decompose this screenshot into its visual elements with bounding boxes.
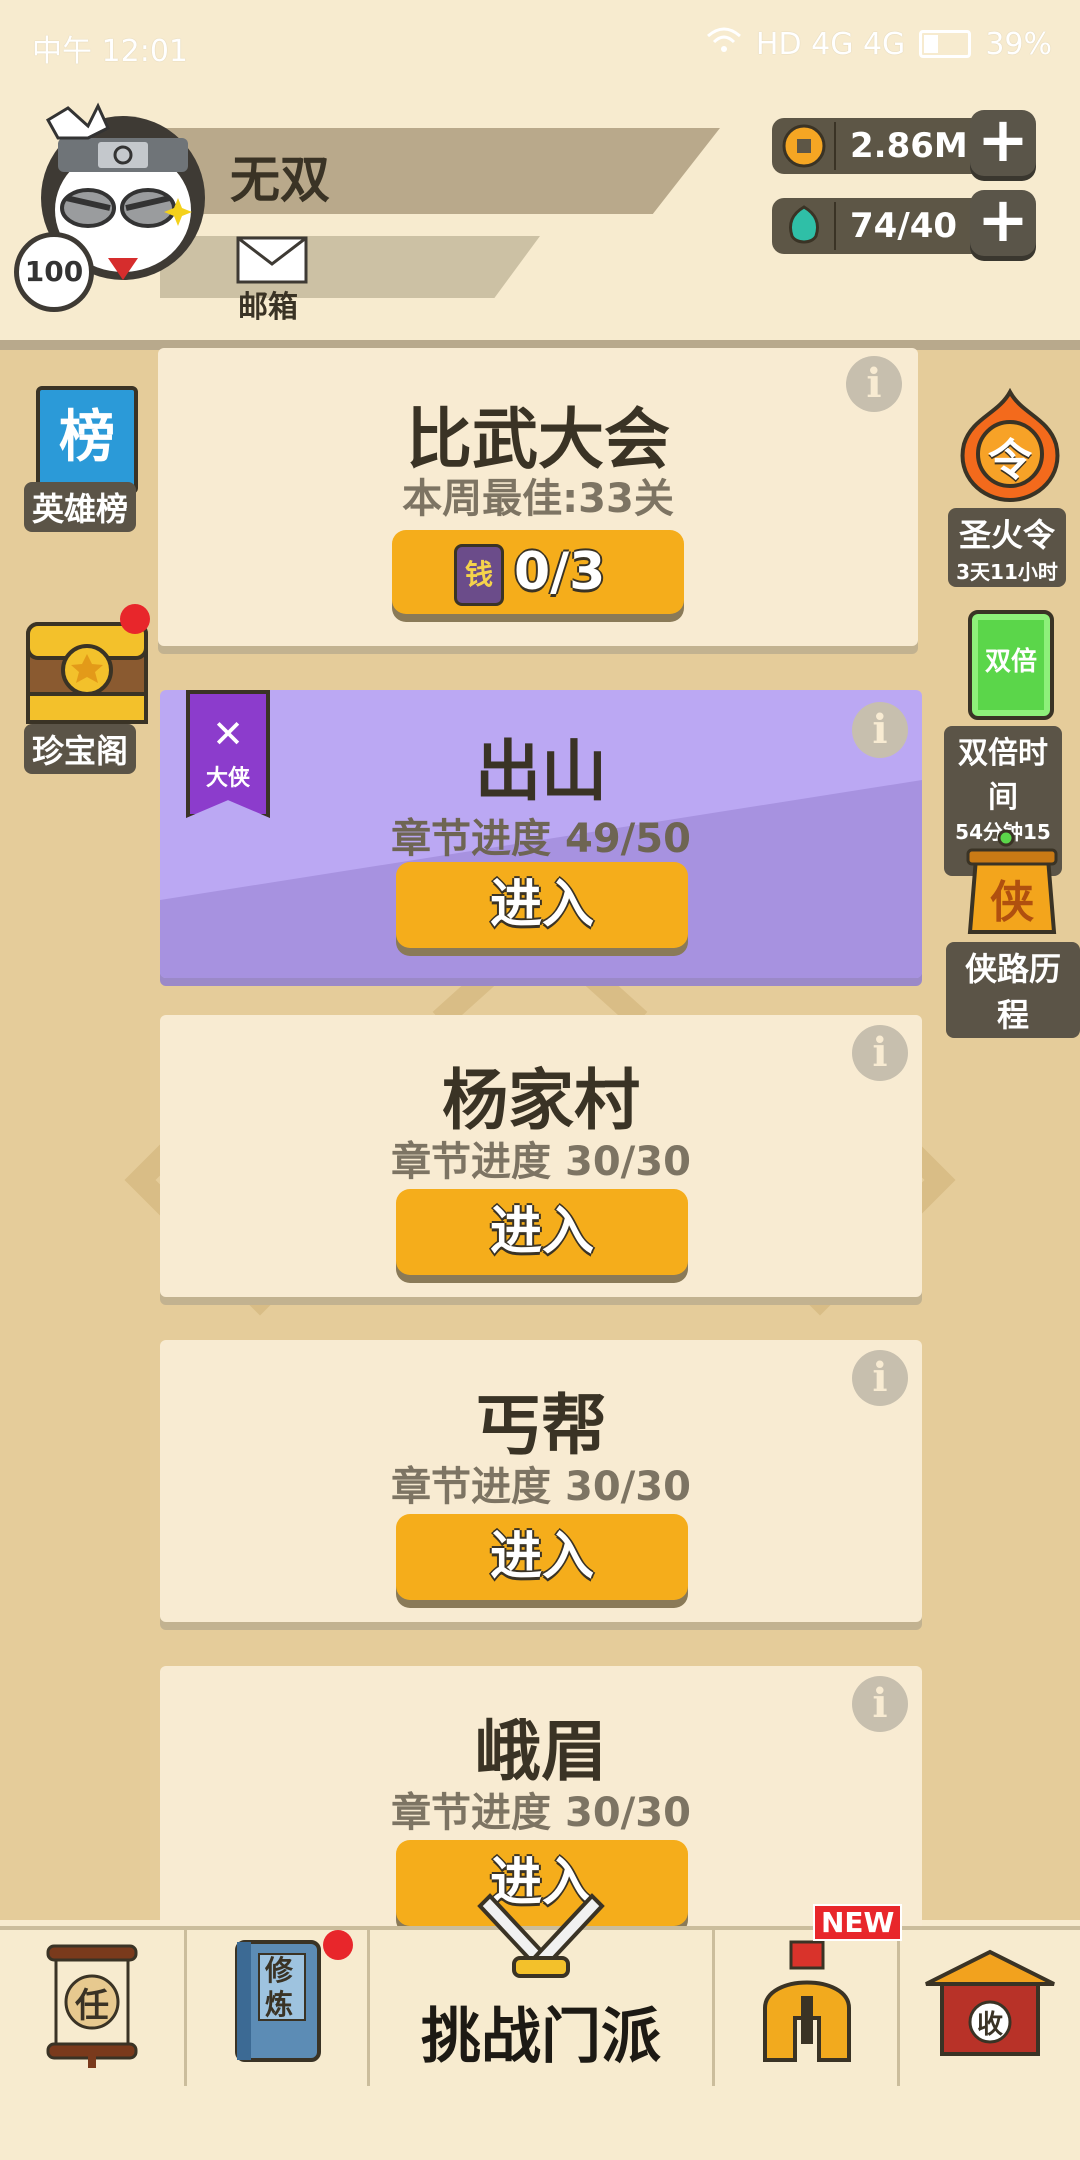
journey-label: 侠路历程 (946, 942, 1080, 1038)
nav-collect-button[interactable]: 收 (900, 1930, 1080, 2086)
info-icon[interactable]: i (852, 1025, 908, 1081)
notification-dot (323, 1930, 353, 1960)
coin-divider (834, 122, 836, 170)
enter-button[interactable]: 进入 (396, 1189, 688, 1275)
crossed-swords-icon: ✕ (212, 712, 244, 756)
collect-glyph: 收 (976, 2010, 1003, 2040)
status-bar: 中午 12:01 HD 4G 4G 39% (0, 0, 1080, 90)
chapter-card: 出山 章节进度 49/50 进入 i ✕ 大侠 (160, 690, 922, 978)
chapter-progress: 章节进度 30/30 (391, 1790, 691, 1836)
journey-badge: 侠 (990, 877, 1034, 928)
helmet-icon (763, 1940, 851, 2062)
nav-challenge-button[interactable]: 挑战门派 (370, 1893, 715, 2086)
holy-fire-label: 圣火令 3天11小时 (948, 508, 1066, 587)
nav-equipment-button[interactable]: NEW (715, 1904, 903, 2086)
tournament-entry-button[interactable]: 钱 0/3 (392, 530, 684, 614)
tournament-card: 比武大会 本周最佳:33关 钱 0/3 i (158, 348, 918, 646)
chapter-progress: 章节进度 49/50 (391, 816, 691, 862)
footer-area (0, 2086, 1080, 2160)
holy-fire-button[interactable]: 令 (952, 387, 1068, 504)
gem-display: 74/40 (772, 198, 984, 254)
chapter-progress: 章节进度 30/30 (391, 1139, 691, 1185)
network-indicator: HD 4G 4G (755, 26, 906, 62)
holy-fire-timer: 3天11小时 (956, 560, 1058, 584)
info-icon[interactable]: i (846, 356, 902, 412)
info-icon[interactable]: i (852, 1676, 908, 1732)
task-glyph: 任 (75, 1986, 109, 2026)
chapter-card: 丐帮 章节进度 30/30 进入 i (160, 1340, 922, 1622)
envelope-icon (236, 236, 308, 284)
holy-fire-title: 圣火令 (958, 516, 1055, 554)
rank-flag-icon: 榜 (36, 386, 138, 494)
coin-display: 2.86M (772, 118, 984, 174)
tournament-attempts: 0/3 (514, 542, 606, 602)
rank-ribbon-label: 大侠 (205, 766, 250, 791)
wifi-icon (706, 26, 742, 62)
add-gem-button[interactable]: + (970, 189, 1036, 256)
treasure-button[interactable] (22, 604, 152, 728)
info-icon[interactable]: i (852, 702, 908, 758)
nav-train-button[interactable]: 修炼 (187, 1930, 370, 2086)
journey-button[interactable]: 侠 (962, 828, 1062, 938)
double-time-button[interactable]: 双倍 (968, 610, 1054, 720)
new-badge: NEW (813, 1904, 903, 1941)
chapter-card: 杨家村 章节进度 30/30 进入 i (160, 1015, 922, 1297)
level-badge: 100 (14, 232, 94, 312)
info-icon[interactable]: i (852, 1350, 908, 1406)
gem-value: 74/40 (850, 206, 958, 246)
ticket-icon: 钱 (454, 544, 504, 606)
hero-rank-label: 英雄榜 (24, 482, 137, 532)
challenge-label: 挑战门派 (421, 2002, 661, 2072)
mailbox-label: 邮箱 (238, 290, 298, 325)
gem-icon (782, 204, 826, 257)
rank-ribbon: ✕ 大侠 (186, 690, 270, 818)
tournament-best: 本周最佳:33关 (402, 476, 674, 522)
chapter-progress: 章节进度 30/30 (391, 1464, 691, 1510)
treasure-label: 珍宝阁 (24, 724, 137, 774)
train-glyph: 修炼 (264, 1954, 293, 2021)
gem-divider (834, 202, 836, 250)
enter-button[interactable]: 进入 (396, 862, 688, 948)
player-name: 无双 (230, 151, 330, 209)
enter-button[interactable]: 进入 (396, 1514, 688, 1600)
status-time: 中午 12:01 (32, 34, 188, 69)
status-right: HD 4G 4G 39% (706, 26, 1052, 62)
nav-task-button[interactable]: 任 (0, 1930, 187, 2086)
battery-percent: 39% (985, 26, 1052, 62)
add-coin-button[interactable]: + (970, 109, 1036, 176)
holy-fire-badge: 令 (988, 435, 1032, 486)
coin-icon (782, 124, 826, 177)
crossed-swords-icon (477, 1893, 605, 1978)
double-time-title: 双倍时间 (958, 736, 1048, 815)
notification-dot (120, 604, 150, 634)
chapter-title: 出山 (475, 733, 607, 810)
coin-value: 2.86M (850, 126, 968, 166)
double-card-icon: 双倍 (968, 610, 1054, 720)
battery-icon (919, 30, 972, 58)
